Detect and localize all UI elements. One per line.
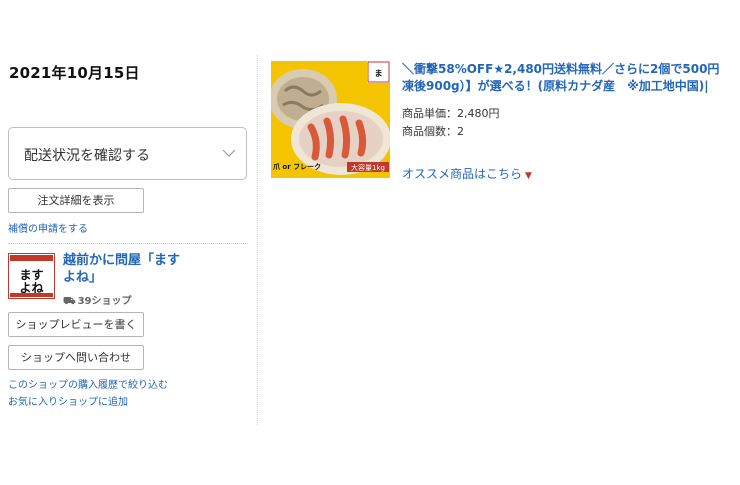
product-image-badge: 大容量1kg [351,163,385,172]
product-title-line1: ＼衝撃58%OFF★2,480円送料無料／さらに2個で500円 [402,62,720,76]
svg-text:よね: よね [19,281,43,295]
unit-price: 商品単価：2,480円 [402,107,500,120]
order-details-button[interactable]: 注文詳細を表示 [8,188,144,213]
shop-history-link[interactable]: このショップの購入履歴で絞り込む [8,376,168,391]
recommend-link[interactable]: オススメ商品はこちら ▼ [402,165,532,182]
item-quantity: 商品個数：2 [402,125,464,138]
column-divider [257,55,258,425]
divider [8,243,248,244]
shop-review-button[interactable]: ショップレビューを書く [8,312,144,337]
recommend-label: オススメ商品はこちら [402,167,523,181]
product-image[interactable]: ま 爪 or フレーク 大容量1kg [271,61,390,178]
shop-39-badge: ⛟ 39ショップ [63,292,132,309]
chevron-down-icon [222,149,236,157]
tracking-status-label: 配送状況を確認する [24,148,150,164]
claim-link[interactable]: 補償の申請をする [8,220,88,235]
product-image-caption: 爪 or フレーク [273,162,321,171]
svg-text:ます: ます [19,268,43,282]
svg-text:ま: ま [375,68,383,78]
order-date: 2021年10月15日 [9,64,140,82]
shop-favorite-link[interactable]: お気に入りショップに追加 [8,393,128,408]
tracking-status-select[interactable]: 配送状況を確認する [8,127,247,180]
shop-39-label: 39ショップ [77,296,132,307]
product-title-line2: 凍後900g）】が選べる！(原料カナダ産 ※加工地中国)| [402,79,709,93]
shop-logo-icon[interactable]: ます よね [8,253,55,299]
chevron-down-icon: ▼ [525,171,532,181]
truck-icon: ⛟ [63,296,76,307]
product-title-link[interactable]: ＼衝撃58%OFF★2,480円送料無料／さらに2個で500円 凍後900g）】… [402,61,740,95]
shop-name-link[interactable]: 越前かに問屋「ますよね」 [63,252,183,286]
shop-contact-button[interactable]: ショップへ問い合わせ [8,345,144,370]
